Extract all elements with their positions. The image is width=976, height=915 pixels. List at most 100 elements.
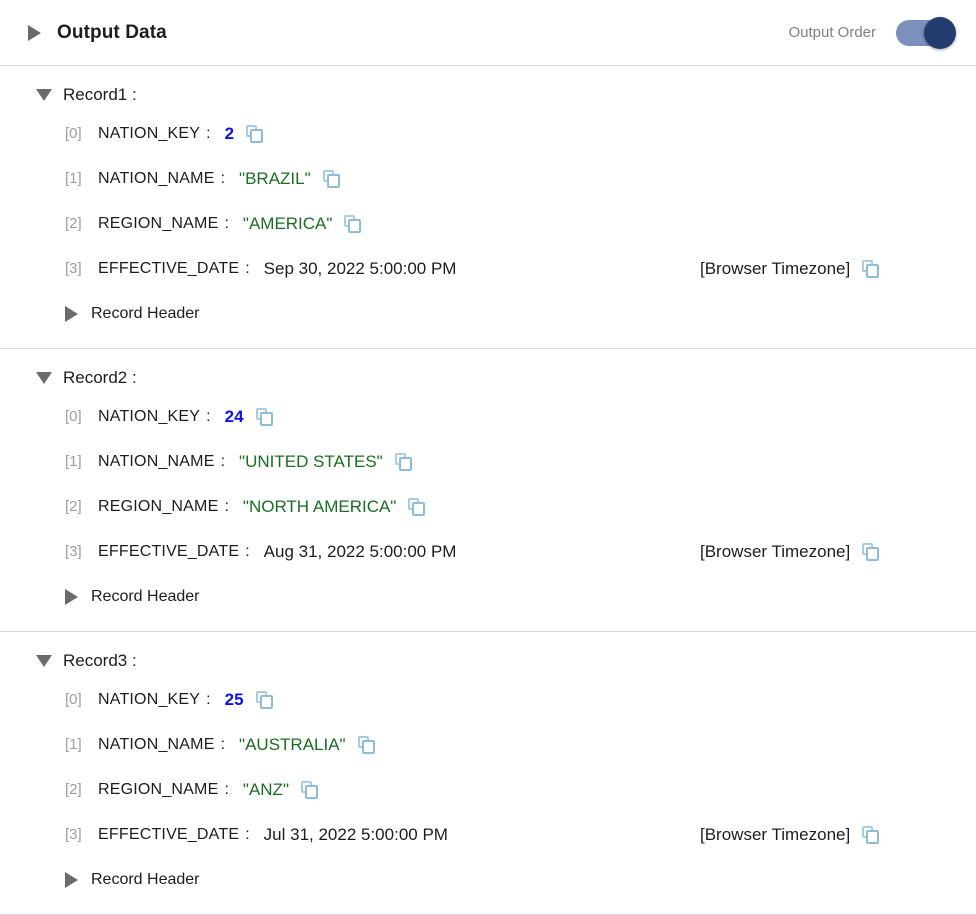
output-order-label: Output Order bbox=[788, 24, 876, 41]
timezone-block: [Browser Timezone] bbox=[700, 259, 879, 279]
field-row: [2]REGION_NAME: "ANZ" bbox=[0, 767, 976, 812]
field-index: [1] bbox=[65, 453, 98, 470]
copy-icon[interactable] bbox=[344, 215, 361, 233]
field-value: 2 bbox=[225, 124, 234, 144]
expand-record-header-icon[interactable] bbox=[65, 589, 78, 605]
record-block: Record3 :[0]NATION_KEY:25[1]NATION_NAME:… bbox=[0, 632, 976, 915]
field-row: [3]EFFECTIVE_DATE:Sep 30, 2022 5:00:00 P… bbox=[0, 246, 976, 291]
record-title-row[interactable]: Record1 : bbox=[0, 78, 976, 111]
field-name: NATION_KEY bbox=[98, 691, 200, 709]
records-list: Record1 :[0]NATION_KEY:2[1]NATION_NAME:"… bbox=[0, 66, 976, 915]
copy-icon[interactable] bbox=[358, 736, 375, 754]
record-title: Record3 : bbox=[63, 651, 137, 671]
field-colon: : bbox=[224, 215, 228, 233]
field-row: [1]NATION_NAME:"UNITED STATES" bbox=[0, 439, 976, 484]
timezone-label: [Browser Timezone] bbox=[700, 825, 850, 845]
copy-icon-front-sheet bbox=[399, 457, 412, 471]
record-block: Record1 :[0]NATION_KEY:2[1]NATION_NAME:"… bbox=[0, 66, 976, 349]
copy-icon[interactable] bbox=[862, 543, 879, 561]
header-controls: Output Order bbox=[788, 20, 952, 46]
timezone-block: [Browser Timezone] bbox=[700, 825, 879, 845]
field-index: [2] bbox=[65, 781, 98, 798]
output-order-toggle[interactable] bbox=[896, 20, 952, 46]
page-title: Output Data bbox=[57, 22, 167, 44]
field-value: "BRAZIL" bbox=[239, 169, 311, 189]
record-header-label: Record Header bbox=[91, 588, 200, 606]
copy-icon-front-sheet bbox=[260, 412, 273, 426]
copy-icon-front-sheet bbox=[250, 129, 263, 143]
copy-icon[interactable] bbox=[862, 826, 879, 844]
collapse-record-icon[interactable] bbox=[36, 372, 52, 384]
field-row: [0]NATION_KEY:25 bbox=[0, 677, 976, 722]
field-name: NATION_KEY bbox=[98, 408, 200, 426]
field-name: EFFECTIVE_DATE bbox=[98, 260, 239, 278]
record-header-label: Record Header bbox=[91, 871, 200, 889]
record-title-row[interactable]: Record2 : bbox=[0, 361, 976, 394]
copy-icon[interactable] bbox=[301, 781, 318, 799]
timezone-label: [Browser Timezone] bbox=[700, 542, 850, 562]
copy-icon-front-sheet bbox=[348, 219, 361, 233]
field-value: "AUSTRALIA" bbox=[239, 735, 346, 755]
field-row: [0]NATION_KEY:2 bbox=[0, 111, 976, 156]
copy-icon[interactable] bbox=[395, 453, 412, 471]
field-colon: : bbox=[245, 543, 249, 561]
collapse-record-icon[interactable] bbox=[36, 89, 52, 101]
collapse-record-icon[interactable] bbox=[36, 655, 52, 667]
field-colon: : bbox=[224, 781, 228, 799]
record-header-row[interactable]: Record Header bbox=[0, 291, 976, 336]
field-value: "ANZ" bbox=[243, 780, 289, 800]
expand-record-header-icon[interactable] bbox=[65, 872, 78, 888]
output-data-header: Output Data Output Order bbox=[0, 0, 976, 66]
field-index: [1] bbox=[65, 736, 98, 753]
field-name: EFFECTIVE_DATE bbox=[98, 543, 239, 561]
expand-output-data-icon[interactable] bbox=[28, 25, 41, 41]
field-colon: : bbox=[224, 498, 228, 516]
copy-icon[interactable] bbox=[862, 260, 879, 278]
copy-icon-front-sheet bbox=[866, 830, 879, 844]
record-header-label: Record Header bbox=[91, 305, 200, 323]
field-index: [0] bbox=[65, 408, 98, 425]
field-colon: : bbox=[221, 736, 225, 754]
field-index: [1] bbox=[65, 170, 98, 187]
field-row: [3]EFFECTIVE_DATE:Aug 31, 2022 5:00:00 P… bbox=[0, 529, 976, 574]
field-row: [2]REGION_NAME: "NORTH AMERICA" bbox=[0, 484, 976, 529]
field-value: 25 bbox=[225, 690, 244, 710]
field-colon: : bbox=[245, 826, 249, 844]
field-name: NATION_NAME bbox=[98, 453, 215, 471]
expand-record-header-icon[interactable] bbox=[65, 306, 78, 322]
field-colon: : bbox=[206, 691, 210, 709]
copy-icon[interactable] bbox=[323, 170, 340, 188]
copy-icon[interactable] bbox=[408, 498, 425, 516]
copy-icon-front-sheet bbox=[866, 547, 879, 561]
field-row: [1]NATION_NAME:"BRAZIL" bbox=[0, 156, 976, 201]
field-index: [0] bbox=[65, 125, 98, 142]
record-header-row[interactable]: Record Header bbox=[0, 857, 976, 902]
copy-icon-front-sheet bbox=[260, 695, 273, 709]
record-header-row[interactable]: Record Header bbox=[0, 574, 976, 619]
copy-icon[interactable] bbox=[256, 691, 273, 709]
field-colon: : bbox=[221, 170, 225, 188]
record-title: Record2 : bbox=[63, 368, 137, 388]
record-title-row[interactable]: Record3 : bbox=[0, 644, 976, 677]
field-colon: : bbox=[206, 408, 210, 426]
field-row: [2]REGION_NAME:"AMERICA" bbox=[0, 201, 976, 246]
field-index: [2] bbox=[65, 215, 98, 232]
field-value: Jul 31, 2022 5:00:00 PM bbox=[264, 825, 448, 845]
field-name: NATION_KEY bbox=[98, 125, 200, 143]
record-title: Record1 : bbox=[63, 85, 137, 105]
field-name: REGION_NAME bbox=[98, 215, 218, 233]
field-colon: : bbox=[245, 260, 249, 278]
field-index: [3] bbox=[65, 826, 98, 843]
timezone-block: [Browser Timezone] bbox=[700, 542, 879, 562]
field-name: REGION_NAME bbox=[98, 781, 218, 799]
field-row: [3]EFFECTIVE_DATE:Jul 31, 2022 5:00:00 P… bbox=[0, 812, 976, 857]
field-index: [2] bbox=[65, 498, 98, 515]
copy-icon[interactable] bbox=[246, 125, 263, 143]
timezone-label: [Browser Timezone] bbox=[700, 259, 850, 279]
field-name: REGION_NAME bbox=[98, 498, 218, 516]
copy-icon[interactable] bbox=[256, 408, 273, 426]
field-value: "NORTH AMERICA" bbox=[243, 497, 396, 517]
field-index: [3] bbox=[65, 260, 98, 277]
copy-icon-front-sheet bbox=[362, 740, 375, 754]
field-value: 24 bbox=[225, 407, 244, 427]
